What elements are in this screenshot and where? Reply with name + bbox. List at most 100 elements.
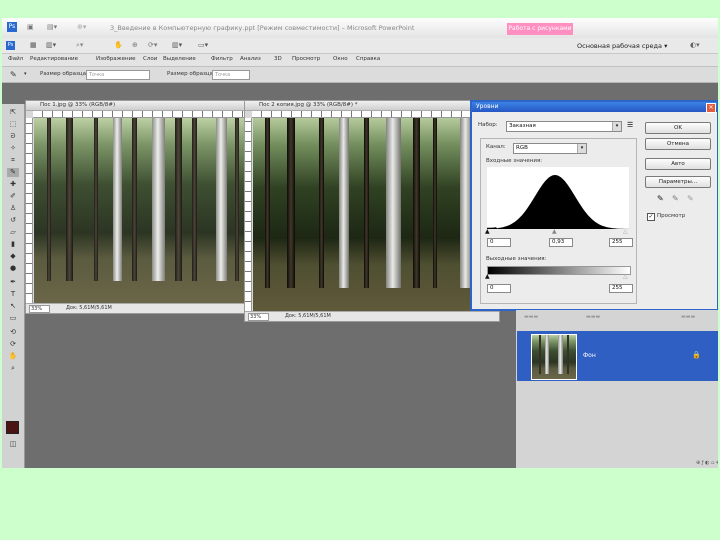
cancel-button[interactable]: Отмена: [645, 138, 711, 150]
auto-button[interactable]: Авто: [645, 158, 711, 170]
forest-photo-original[interactable]: [34, 118, 248, 303]
panel-tab-icon[interactable]: ▬▬▬: [524, 314, 538, 320]
output-black-field[interactable]: 0: [487, 284, 511, 293]
zoom-field[interactable]: 33%: [29, 305, 50, 313]
menu-select[interactable]: Выделение: [163, 56, 196, 62]
menu-view[interactable]: Просмотр: [292, 56, 320, 62]
zoom-field-2[interactable]: 33%: [248, 313, 269, 321]
channel-select[interactable]: RGB ▾: [513, 143, 587, 154]
menu-analysis[interactable]: Анализ: [240, 56, 261, 62]
input-white-field[interactable]: 255: [609, 238, 633, 247]
pen-tool-icon[interactable]: ✒: [7, 278, 19, 287]
3d-orbit-icon[interactable]: ⟳: [7, 340, 19, 349]
arrange-documents-icon[interactable]: ▥▾: [172, 41, 182, 49]
menu-image[interactable]: Изображение: [96, 56, 136, 62]
document-window-1[interactable]: Пос 1.jpg @ 33% (RGB/8#) 33% Док: 5,61M/5…: [25, 100, 249, 314]
document-size-readout: Док: 5,61M/5,61M: [66, 305, 112, 311]
menu-edit[interactable]: Редактирование: [30, 56, 78, 62]
sample-size-select[interactable]: Точка: [86, 70, 150, 80]
eraser-tool-icon[interactable]: ▱: [7, 228, 19, 237]
bridge-icon[interactable]: ▣: [27, 23, 34, 31]
input-levels-label: Входные значения:: [486, 158, 543, 164]
gamma-slider-icon[interactable]: ▲: [552, 228, 557, 235]
marquee-tool-icon[interactable]: ⬚: [7, 120, 19, 129]
move-tool-icon[interactable]: ⇱: [7, 108, 19, 117]
view-extras-icon[interactable]: ▥▾: [46, 41, 56, 49]
crop-tool-icon[interactable]: ⌗: [7, 156, 19, 165]
zoom-icon[interactable]: ⊕▾: [77, 23, 86, 31]
options-button[interactable]: Параметры...: [645, 176, 711, 188]
healing-brush-icon[interactable]: ✚: [7, 180, 19, 189]
lasso-tool-icon[interactable]: ᘐ: [7, 132, 19, 141]
history-brush-icon[interactable]: ↺: [7, 216, 19, 225]
3d-rotate-icon[interactable]: ⟲: [7, 328, 19, 337]
document-1-title[interactable]: Пос 1.jpg @ 33% (RGB/8#): [26, 101, 248, 111]
application-bar: Ps ▦ ▥▾ ⌕▾ ✋ ⊕ ⟳▾ ▥▾ ▭▾ Основная рабочая…: [2, 38, 718, 54]
brush-tool-icon[interactable]: ✐: [7, 192, 19, 201]
black-eyedropper-icon[interactable]: ✎: [657, 194, 664, 203]
output-black-slider-icon[interactable]: ▲: [485, 273, 490, 280]
layer-row-background[interactable]: Фон 🔒: [517, 331, 718, 381]
panel-tab-icon-3[interactable]: ▬▬▬: [681, 314, 695, 320]
menu-layers[interactable]: Слои: [143, 56, 157, 62]
layer-name: Фон: [583, 352, 596, 359]
preview-checkbox[interactable]: ✓: [647, 213, 655, 221]
type-tool-icon[interactable]: T: [7, 290, 19, 299]
quick-select-tool-icon[interactable]: ✧: [7, 144, 19, 153]
menu-window[interactable]: Окно: [333, 56, 348, 62]
dodge-tool-icon[interactable]: ●: [7, 264, 19, 273]
gray-eyedropper-icon[interactable]: ✎: [672, 194, 679, 203]
menu-3d[interactable]: 3D: [274, 56, 282, 62]
document-2-title[interactable]: Пос 2 копия.jpg @ 33% (RGB/8#) *: [245, 101, 499, 111]
chevron-down-icon: ▾: [577, 144, 586, 153]
eyedropper-tool-icon[interactable]: ✎: [7, 168, 19, 177]
workspace-switcher[interactable]: Основная рабочая среда ▾: [577, 42, 667, 50]
window-title: 3_Введение в Компьютерную графику.ppt [Р…: [110, 24, 415, 32]
zoom-tool-icon[interactable]: ⌕: [7, 364, 19, 373]
foreground-color-swatch[interactable]: [6, 421, 19, 434]
output-white-slider-icon[interactable]: △: [623, 273, 628, 280]
levels-title[interactable]: Уровни: [472, 102, 717, 112]
white-point-slider-icon[interactable]: △: [623, 228, 628, 235]
toolbox: ⇱ ⬚ ᘐ ✧ ⌗ ✎ ✚ ✐ ♙ ↺ ▱ ▮ ◆ ● ✒ T ↖ ▭ ⟲ ⟳ …: [2, 104, 25, 468]
white-eyedropper-icon[interactable]: ✎: [687, 194, 694, 203]
gradient-tool-icon[interactable]: ▮: [7, 240, 19, 249]
sample-select[interactable]: Точка: [212, 70, 250, 80]
preset-select[interactable]: Заказная ▾: [506, 121, 622, 132]
sample-size-value: Точка: [89, 72, 105, 78]
panel-tab-icon-2[interactable]: ▬▬▬: [586, 314, 600, 320]
eyedropper-icon[interactable]: ✎: [10, 70, 17, 79]
app-logo-icon: Ps: [6, 41, 15, 50]
clone-stamp-icon[interactable]: ♙: [7, 204, 19, 213]
menu-help[interactable]: Справка: [356, 56, 380, 62]
shape-tool-icon[interactable]: ▭: [7, 314, 19, 323]
menu-filter[interactable]: Фильтр: [211, 56, 233, 62]
ok-button[interactable]: OK: [645, 122, 711, 134]
zoom-level-icon[interactable]: ⌕▾: [76, 41, 83, 50]
preset-label: Набор:: [478, 122, 498, 128]
hand-tool-icon[interactable]: ✋: [114, 41, 123, 49]
cs-live-icon[interactable]: ◐▾: [690, 41, 700, 49]
quick-mask-icon[interactable]: ◫: [7, 440, 19, 449]
bridge-button-icon[interactable]: ▦: [30, 41, 37, 49]
arrange-icon[interactable]: ▤▾: [47, 23, 57, 31]
input-black-field[interactable]: 0: [487, 238, 511, 247]
blur-tool-icon[interactable]: ◆: [7, 252, 19, 261]
hand-tool-icon[interactable]: ✋: [7, 352, 19, 361]
input-gamma-field[interactable]: 0,93: [549, 238, 573, 247]
path-select-icon[interactable]: ↖: [7, 302, 19, 311]
close-icon[interactable]: ✕: [706, 103, 716, 113]
document-window-2[interactable]: Пос 2 копия.jpg @ 33% (RGB/8#) * 33% Док:…: [244, 100, 500, 322]
screen-mode-icon[interactable]: ▭▾: [198, 41, 208, 49]
layer-actions-icon[interactable]: ⊕ ƒ ◐ ▫ ✚ ✕: [696, 460, 718, 466]
forest-photo-adjusted[interactable]: [253, 118, 499, 311]
zoom-tool-icon[interactable]: ⊕: [132, 41, 138, 49]
preset-options-icon[interactable]: ☰: [627, 121, 633, 129]
rotate-view-icon[interactable]: ⟳▾: [148, 41, 157, 49]
menu-file[interactable]: Файл: [8, 56, 23, 62]
output-white-field[interactable]: 255: [609, 284, 633, 293]
tool-preset-chevron-icon[interactable]: ▾: [24, 71, 27, 77]
chevron-down-icon: ▾: [612, 122, 621, 131]
picture-tools-tab[interactable]: Работа с рисунками: [507, 23, 573, 35]
black-point-slider-icon[interactable]: ▲: [485, 228, 490, 235]
